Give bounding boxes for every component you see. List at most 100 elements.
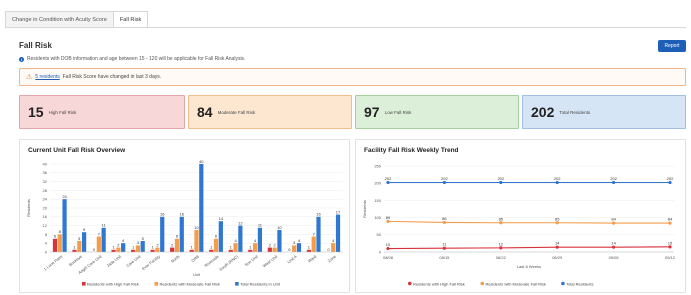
residents-changed-link[interactable]: 5 residents — [35, 74, 59, 80]
warning-icon: ⚠ — [26, 74, 33, 81]
weekly-trend-panel: Facility Fall Risk Weekly Trend 0 50 100 15… — [355, 139, 686, 293]
point-value-label: 202 — [554, 176, 561, 181]
y-tick-label: 0 — [379, 249, 382, 254]
unit-overview-chart: 0481216202428323640Residents68241 Lone P… — [26, 159, 343, 286]
moderate-fall-risk-card[interactable]: 84 Moderate Fall Risk — [188, 95, 352, 129]
bar — [253, 243, 258, 252]
series-point — [442, 220, 446, 225]
bar — [150, 249, 155, 252]
tab-divider — [5, 27, 686, 28]
low-fall-risk-count: 97 — [364, 104, 380, 120]
point-value-label: 14 — [611, 241, 616, 246]
legend-swatch — [154, 282, 159, 286]
series-point — [555, 180, 559, 185]
legend-label: Residents with Moderate Fall Risk — [159, 281, 219, 286]
x-tick-label: 1 Lone Palm — [43, 253, 64, 271]
y-tick-label: 100 — [374, 215, 381, 220]
y-tick-label: 250 — [374, 163, 381, 168]
legend-label: Residents with High Fall Risk — [413, 281, 465, 286]
x-tick-label: Ever Facility — [141, 254, 161, 271]
report-button[interactable]: Report — [658, 40, 686, 52]
bar-value-label: 1 — [73, 245, 76, 250]
y-tick-label: 8 — [45, 232, 48, 237]
bar — [218, 221, 223, 252]
legend-label: Residents with High Fall Risk — [87, 281, 139, 286]
point-value-label: 86 — [442, 216, 447, 221]
y-tick-label: 0 — [45, 249, 48, 254]
low-fall-risk-card[interactable]: 97 Low Fall Risk — [355, 95, 519, 129]
legend-swatch — [561, 281, 565, 286]
bar — [52, 238, 58, 252]
tab-fall-risk[interactable]: Fall Risk — [112, 11, 149, 27]
x-tick-label: 08/29 — [552, 255, 563, 260]
total-residents-card[interactable]: 202 Total Residents — [522, 95, 686, 129]
bar — [238, 225, 243, 252]
bar — [209, 249, 214, 252]
tab-change-in-condition[interactable]: Change in Condition with Acuity Score — [5, 11, 114, 27]
point-value-label: 11 — [442, 242, 447, 247]
x-axis-label: Last 6 Weeks — [517, 264, 541, 269]
legend-swatch — [480, 281, 485, 286]
bar-value-label: 16 — [316, 212, 321, 217]
series-point — [499, 246, 503, 250]
x-tick-label: 08/15 — [439, 255, 450, 260]
bar-value-label: 11 — [102, 223, 107, 228]
bar — [77, 241, 82, 252]
low-fall-risk-label: Low Fall Risk — [384, 109, 412, 115]
bar — [72, 249, 77, 252]
bar-value-label: 16 — [160, 212, 165, 217]
bar-value-label: 0 — [288, 247, 291, 252]
bar — [213, 238, 219, 252]
series-point — [499, 221, 503, 225]
y-tick-label: 28 — [43, 188, 48, 193]
bar — [292, 245, 297, 252]
bar-value-label: 1 — [152, 245, 155, 250]
y-tick-label: 150 — [374, 198, 381, 203]
info-message: i Residents with DOB information and age… — [19, 56, 245, 62]
bar — [62, 199, 67, 252]
bar-value-label: 24 — [62, 194, 67, 199]
y-axis-label: Residents — [362, 200, 367, 218]
y-tick-label: 12 — [43, 223, 48, 228]
bar-value-label: 0 — [327, 247, 330, 252]
bar — [248, 249, 253, 252]
bar-value-label: 12 — [238, 220, 243, 225]
x-tick-label: Ward — [307, 254, 318, 264]
high-fall-risk-count: 15 — [28, 104, 44, 120]
legend-label: Total Residents — [566, 281, 593, 286]
bar — [296, 243, 302, 252]
series-point — [612, 180, 616, 185]
bar — [331, 243, 336, 252]
bar-value-label: 1 — [308, 245, 311, 250]
bar — [170, 247, 175, 252]
x-tick-label: Sun Unit — [244, 253, 260, 267]
bar — [111, 249, 116, 252]
x-tick-label: Jade Unit — [106, 253, 123, 268]
bar — [140, 241, 145, 252]
point-value-label: 15 — [668, 240, 673, 245]
point-value-label: 202 — [667, 176, 674, 181]
unit-overview-panel: Current Unit Fall Risk Overview 0 4 8 12 16 2… — [19, 139, 350, 293]
bar — [121, 243, 126, 252]
bar — [194, 230, 199, 252]
series-line — [387, 220, 670, 224]
bar-value-label: 0 — [93, 247, 96, 252]
bar — [228, 249, 233, 252]
x-tick-label: Riverside — [203, 253, 220, 268]
bar — [131, 249, 136, 252]
bar-value-label: 11 — [258, 223, 263, 228]
bar-value-label: 1 — [249, 245, 252, 250]
series-point — [499, 180, 503, 185]
high-fall-risk-card[interactable]: 15 High Fall Risk — [19, 95, 185, 129]
bar-value-label: 5 — [78, 236, 81, 241]
series-point — [555, 245, 559, 249]
info-text: Residents with DOB information and age b… — [27, 56, 246, 62]
bar — [233, 243, 238, 252]
bar-value-label: 10 — [277, 225, 282, 230]
series-point — [668, 180, 672, 185]
bar — [116, 247, 121, 252]
bar-value-label: 3 — [293, 240, 296, 245]
bar — [311, 236, 316, 252]
bar — [179, 216, 184, 252]
bar-value-label: 4 — [298, 238, 301, 243]
